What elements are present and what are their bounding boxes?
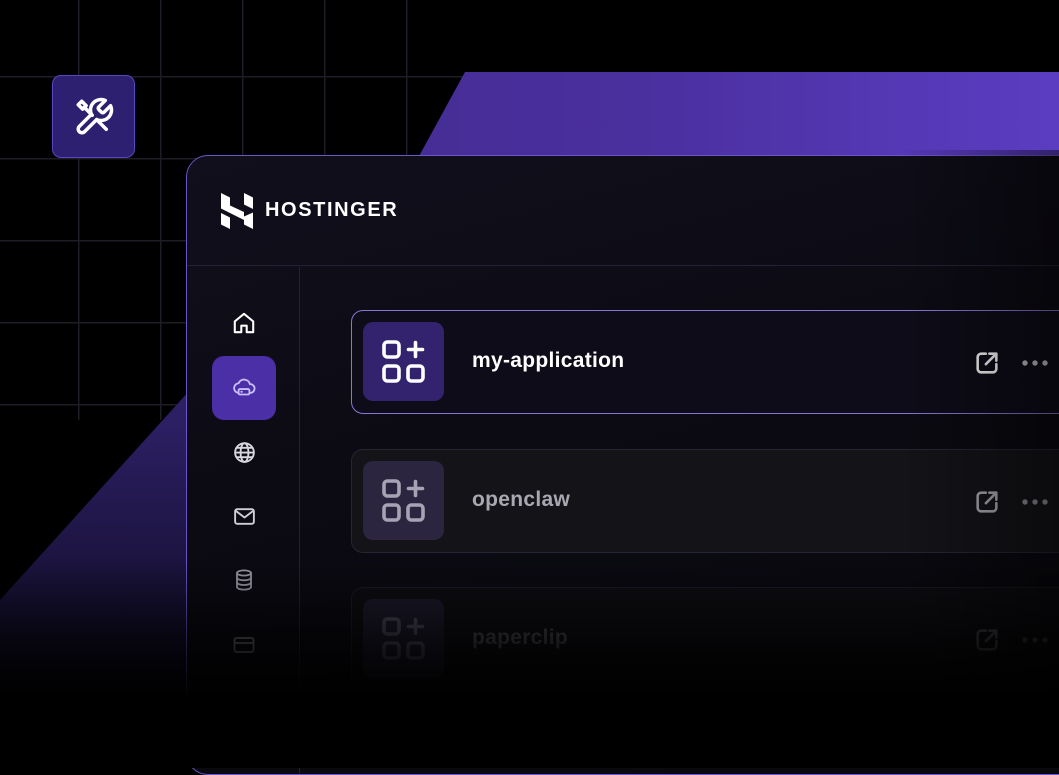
app-name: openclaw [472, 488, 571, 511]
apps-add-icon [381, 616, 425, 660]
database-icon [236, 569, 252, 591]
tools-icon [76, 97, 113, 134]
app-card-paperclip[interactable]: paperclip [351, 587, 1059, 691]
sidebar-item-home[interactable] [212, 291, 276, 355]
mail-icon [233, 507, 255, 525]
hostinger-logo-icon [221, 192, 253, 229]
sidebar-item-billing[interactable] [212, 613, 276, 677]
sidebar-item-cloud-server[interactable] [212, 356, 276, 420]
sidebar [187, 267, 300, 774]
app-icon [363, 322, 444, 401]
app-name: paperclip [472, 626, 569, 649]
apps-add-icon [381, 339, 425, 383]
brand-name: HOSTINGER [265, 199, 399, 221]
external-link-icon [976, 629, 998, 651]
more-horizontal-icon [1022, 637, 1048, 643]
tools-badge [52, 75, 135, 158]
open-external-button[interactable] [973, 488, 1001, 516]
home-icon [233, 312, 255, 334]
sidebar-item-email[interactable] [212, 484, 276, 548]
app-card-my-application[interactable]: my-application [351, 310, 1059, 414]
globe-icon [233, 441, 255, 463]
app-card-openclaw[interactable]: openclaw [351, 449, 1059, 553]
sidebar-item-databases[interactable] [212, 548, 276, 612]
credit-card-icon [233, 637, 255, 653]
open-external-button[interactable] [973, 626, 1001, 654]
sidebar-item-domains[interactable] [212, 420, 276, 484]
open-external-button[interactable] [973, 349, 1001, 377]
app-name: my-application [472, 349, 625, 372]
dashboard-window: HOSTINGER my-application openclaw paperc… [186, 155, 1059, 775]
app-icon [363, 599, 444, 678]
app-icon [363, 461, 444, 540]
external-link-icon [976, 352, 998, 374]
more-options-button[interactable] [1020, 626, 1050, 654]
more-options-button[interactable] [1020, 349, 1050, 377]
more-options-button[interactable] [1020, 488, 1050, 516]
apps-add-icon [381, 478, 425, 522]
more-horizontal-icon [1022, 499, 1048, 505]
external-link-icon [976, 491, 998, 513]
cloud-server-icon [233, 378, 256, 396]
more-horizontal-icon [1022, 360, 1048, 366]
header-bar: HOSTINGER [187, 156, 1059, 266]
